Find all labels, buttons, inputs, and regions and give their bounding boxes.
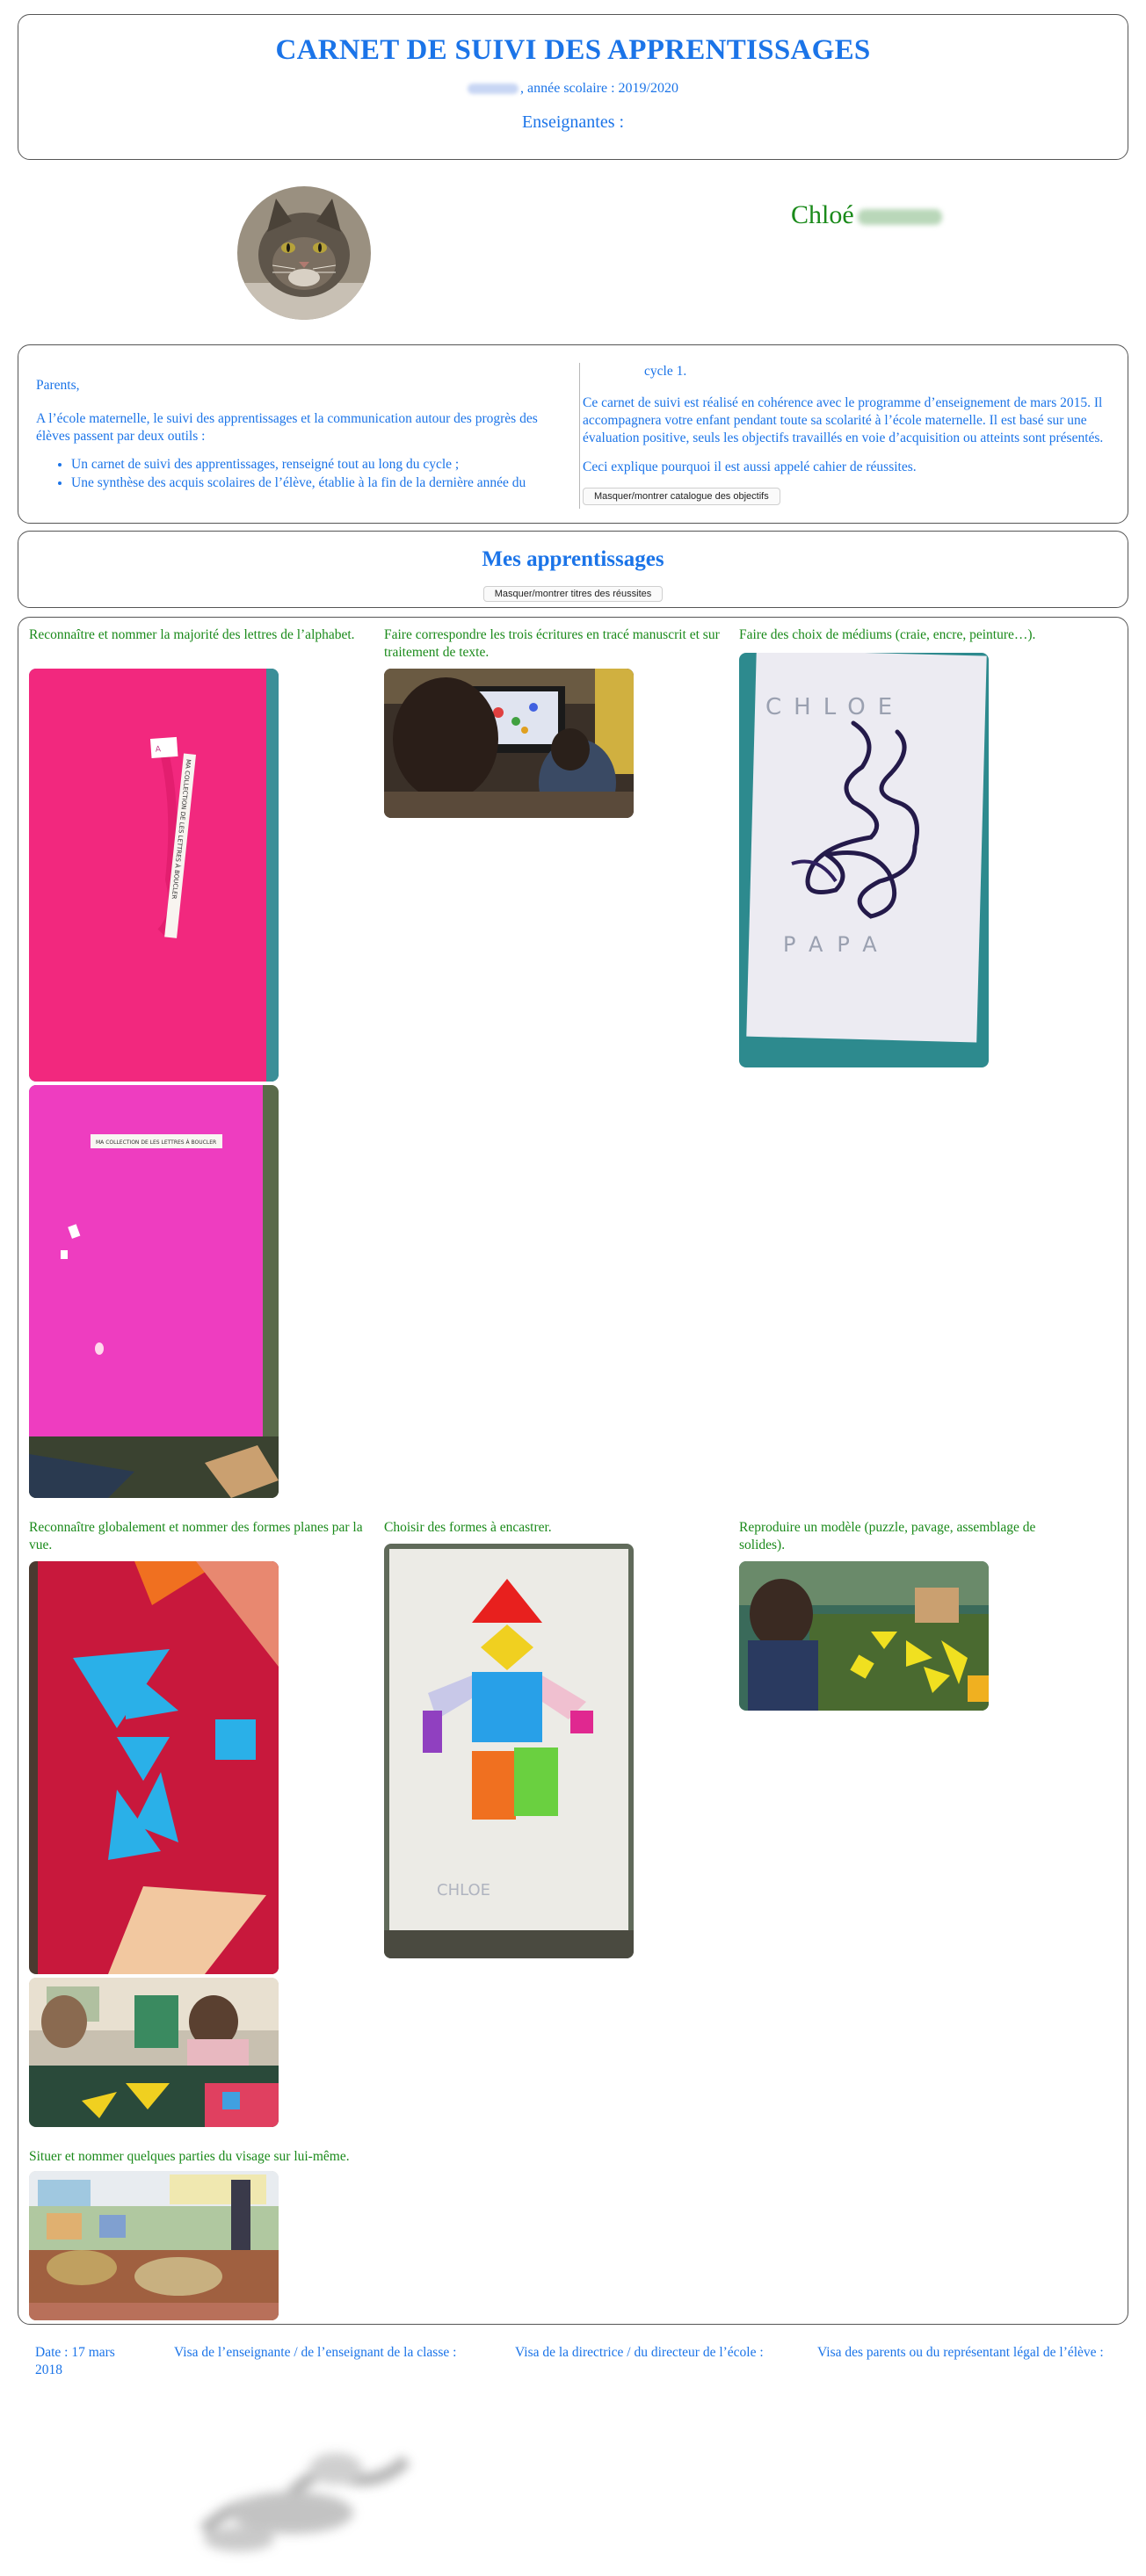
redacted-school-name bbox=[468, 83, 519, 95]
toggle-titles-button[interactable]: Masquer/montrer titres des réussites bbox=[482, 586, 664, 602]
svg-text:CHLOE: CHLOE bbox=[437, 1881, 490, 1899]
skill-item: Reproduire un modèle (puzzle, pavage, as… bbox=[739, 1519, 1082, 1554]
drawing-name-bottom: PAPA bbox=[783, 932, 891, 957]
photo-tangram-shapes[interactable] bbox=[29, 1561, 279, 1974]
intro-cycle: cycle 1. bbox=[644, 364, 687, 379]
skill-item: Reconnaître globalement et nommer des fo… bbox=[29, 1519, 372, 1554]
photo-letters-collection[interactable]: A MA COLLECTION DE LES LETTRES À BOUCLER bbox=[29, 669, 279, 1082]
skill-label: Reproduire un modèle (puzzle, pavage, as… bbox=[739, 1520, 1036, 1553]
skill-label: Faire correspondre les trois écritures e… bbox=[384, 627, 720, 661]
skill-label: Situer et nommer quelques parties du vis… bbox=[29, 2149, 350, 2164]
skill-label: Reconnaître globalement et nommer des fo… bbox=[29, 1520, 363, 1553]
photo-puzzle-model[interactable] bbox=[739, 1561, 989, 1711]
photo-children-table[interactable] bbox=[29, 1978, 279, 2127]
visa-director: Visa de la directrice / du directeur de … bbox=[515, 2345, 764, 2360]
skill-label: Reconnaître et nommer la majorité des le… bbox=[29, 627, 355, 642]
intro-paragraph-2: Ce carnet de suivi est réalisé en cohére… bbox=[583, 395, 1104, 446]
student-name: Chloé bbox=[791, 200, 942, 230]
photo-yarn-drawing[interactable]: CHLOE PAPA bbox=[739, 653, 989, 1067]
learning-header-box: Mes apprentissages Masquer/montrer titre… bbox=[18, 531, 1128, 608]
skill-item: Choisir des formes à encastrer. bbox=[384, 1519, 727, 1537]
intro-paragraph-1: A l’école maternelle, le suivi des appre… bbox=[36, 411, 538, 445]
skill-label: Faire des choix de médiums (craie, encre… bbox=[739, 627, 1036, 642]
intro-paragraph-3: Ceci explique pourquoi il est aussi appe… bbox=[583, 459, 917, 474]
school-year-line: , année scolaire : 2019/2020 bbox=[18, 81, 1128, 97]
letters-sheet-label-2: MA COLLECTION DE LES LETTRES À BOUCLER bbox=[96, 1140, 216, 1146]
teachers-label: Enseignantes : bbox=[521, 112, 625, 132]
intro-bullet-list: Un carnet de suivi des apprentissages, r… bbox=[71, 456, 572, 491]
footer-date: Date : 17 mars 2018 bbox=[35, 2345, 115, 2378]
intro-right-column: cycle 1. Ce carnet de suivi est réalisé … bbox=[583, 363, 1121, 505]
photo-shape-figure[interactable]: CHLOE bbox=[384, 1544, 634, 1958]
intro-left-column: Parents, A l’école maternelle, le suivi … bbox=[36, 377, 572, 492]
redacted-last-name bbox=[857, 209, 942, 226]
skill-item: Faire correspondre les trois écritures e… bbox=[384, 626, 727, 662]
learning-title: Mes apprentissages bbox=[482, 547, 664, 571]
photo-letters-collection-2[interactable]: MA COLLECTION DE LES LETTRES À BOUCLER bbox=[29, 1085, 279, 1498]
intro-box: Parents, A l’école maternelle, le suivi … bbox=[18, 344, 1128, 524]
skill-item: Faire des choix de médiums (craie, encre… bbox=[739, 626, 1082, 644]
student-avatar bbox=[237, 186, 371, 320]
intro-greeting: Parents, bbox=[36, 378, 80, 393]
teacher-signature bbox=[186, 2407, 424, 2565]
toggle-catalog-button[interactable]: Masquer/montrer catalogue des objectifs bbox=[583, 487, 780, 505]
intro-bullet: Une synthèse des acquis scolaires de l’é… bbox=[71, 474, 572, 492]
school-year: , année scolaire : 2019/2020 bbox=[520, 81, 678, 96]
skill-label: Choisir des formes à encastrer. bbox=[384, 1520, 552, 1535]
skill-item: Reconnaître et nommer la majorité des le… bbox=[29, 626, 372, 644]
intro-bullet: Un carnet de suivi des apprentissages, r… bbox=[71, 456, 572, 474]
visa-teacher: Visa de l’enseignante / de l’enseignant … bbox=[174, 2345, 457, 2360]
page-title: CARNET DE SUIVI DES APPRENTISSAGES bbox=[275, 34, 871, 66]
skill-item: Situer et nommer quelques parties du vis… bbox=[29, 2148, 372, 2166]
drawing-name-top: CHLOE bbox=[765, 694, 904, 720]
photo-computer-screen[interactable] bbox=[384, 669, 634, 818]
header-box: CARNET DE SUIVI DES APPRENTISSAGES , ann… bbox=[18, 14, 1128, 160]
column-divider bbox=[579, 363, 580, 509]
photo-classroom[interactable] bbox=[29, 2171, 279, 2320]
skills-grid: Reconnaître et nommer la majorité des le… bbox=[18, 617, 1128, 2325]
visa-parents: Visa des parents ou du représentant léga… bbox=[817, 2345, 1104, 2360]
